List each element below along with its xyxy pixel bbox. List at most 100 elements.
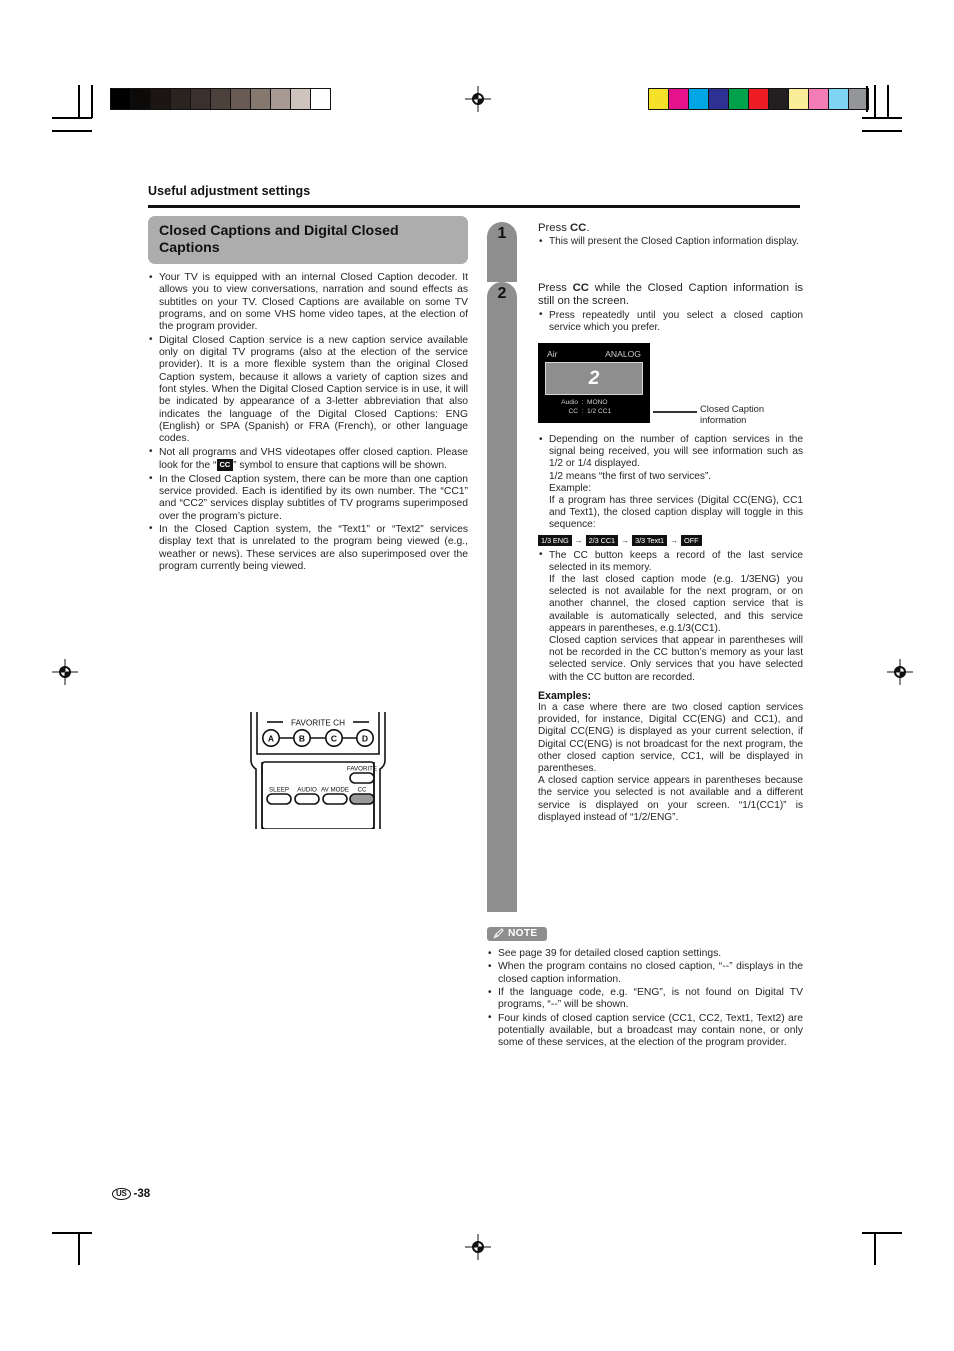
osd-figure: Air ANALOG 2 Audio : MONO CC: 1/2 CC1 C… xyxy=(538,343,806,425)
region-badge: US xyxy=(112,1188,131,1200)
favorite-ch-label: FAVORITE CH xyxy=(291,719,345,728)
list-item: In the Closed Caption system, there can … xyxy=(148,473,468,523)
left-bullet-list: Your TV is equipped with an internal Clo… xyxy=(148,272,468,573)
seq-tag-1: 1/3 ENG xyxy=(538,534,572,546)
osd-audio-value: MONO xyxy=(587,399,608,407)
osd-audio-key: Audio xyxy=(561,399,578,407)
right-column: 1 Press CC. This will present the Closed… xyxy=(487,222,803,1051)
step-2-substep: Press repeatedly until you select a clos… xyxy=(538,309,803,334)
crop-mark-tl-h2 xyxy=(52,130,92,132)
swatch xyxy=(291,89,311,109)
pencil-icon xyxy=(493,928,504,939)
bullet-cc-memory: The CC button keeps a record of the last… xyxy=(538,549,803,684)
memory-para-2: Closed caption services that appear in p… xyxy=(549,635,803,683)
remote-audio-label: AUDIO xyxy=(297,787,317,794)
note-badge: NOTE xyxy=(487,926,547,941)
bullet-caption-services: Depending on the number of caption servi… xyxy=(538,434,803,532)
swatch xyxy=(689,89,709,109)
remote-button-b-label: B xyxy=(299,733,305,743)
examples-paragraph-2: A closed caption service appears in pare… xyxy=(538,775,803,823)
osd-row-cc: CC : 1/2 CC1 xyxy=(545,408,643,416)
crop-mark-tr-h2 xyxy=(862,130,902,132)
section-heading: Closed Captions and Digital Closed Capti… xyxy=(159,223,399,256)
section-heading-box: Closed Captions and Digital Closed Capti… xyxy=(148,216,468,264)
cc-bullet-suffix: ” symbol to ensure that captions will be… xyxy=(233,460,447,472)
color-swatch-bar xyxy=(648,88,869,110)
header-rule xyxy=(148,205,800,208)
toggle-sequence: 1/3 ENG → 2/3 CC1 → 3/3 Text1 → OFF xyxy=(538,534,803,546)
list-item: When the program contains no closed capt… xyxy=(487,961,803,986)
remote-button-av-mode[interactable] xyxy=(322,793,348,805)
swatch xyxy=(749,89,769,109)
step-2-pre: Press xyxy=(538,282,573,294)
swatch xyxy=(769,89,789,109)
seq-tag-2: 2/3 CC1 xyxy=(585,534,619,546)
osd-callout: Closed Caption information xyxy=(653,403,806,425)
crop-mark-tl-h xyxy=(52,117,92,119)
remote-button-c-label: C xyxy=(331,733,337,743)
examples-paragraph-1: In a case where there are two closed cap… xyxy=(538,701,803,774)
remote-button-a-label: A xyxy=(268,733,274,743)
note-list: See page 39 for detailed closed caption … xyxy=(487,947,803,1050)
remote-control-illustration: FAVORITE CH A B C D FAVORITE SLEEP AUDIO… xyxy=(243,712,393,830)
seq-arrow-2: → xyxy=(621,535,630,545)
remote-button-favorite[interactable] xyxy=(349,772,375,784)
page-number: -38 xyxy=(133,1188,151,1200)
callout-leader-line xyxy=(653,411,697,413)
remote-button-audio[interactable] xyxy=(294,793,320,805)
crop-mark-br-h xyxy=(862,1232,902,1234)
osd-audio-colon: : xyxy=(581,399,584,407)
registration-mark-top xyxy=(465,86,491,112)
step-1-instruction: Press CC. xyxy=(538,222,803,235)
crop-mark-bl-h xyxy=(52,1232,92,1234)
step-2-instruction: Press CC while the Closed Caption inform… xyxy=(538,282,803,309)
step-1-pre: Press xyxy=(538,222,571,234)
swatch xyxy=(211,89,231,109)
swatch xyxy=(809,89,829,109)
list-item: See page 39 for detailed closed caption … xyxy=(487,947,803,960)
step-1: 1 Press CC. This will present the Closed… xyxy=(487,222,803,282)
crop-mark-tl-v2 xyxy=(91,85,93,118)
osd-info-rows: Audio : MONO CC : 1/2 CC1 xyxy=(545,399,643,416)
swatch-bar-end-rule xyxy=(866,86,868,112)
cc-symbol-icon: CC xyxy=(216,459,234,471)
running-head: Useful adjustment settings xyxy=(148,184,311,198)
crop-mark-tr-h xyxy=(862,117,902,119)
swatch xyxy=(829,89,849,109)
swatch xyxy=(789,89,809,109)
remote-button-sleep[interactable] xyxy=(266,793,292,805)
remote-favorite-label: FAVORITE xyxy=(347,766,377,773)
swatch xyxy=(111,89,131,109)
swatch xyxy=(251,89,271,109)
step-1-key: CC xyxy=(570,222,587,234)
swatch xyxy=(271,89,291,109)
seq-tag-3: 3/3 Text1 xyxy=(632,534,668,546)
example-text: If a program has three services (Digital… xyxy=(549,495,803,531)
swatch xyxy=(709,89,729,109)
example-label: Example: xyxy=(549,482,592,494)
list-item: If the language code, e.g. “ENG”, is not… xyxy=(487,987,803,1012)
osd-screen: Air ANALOG 2 Audio : MONO CC: 1/2 CC1 xyxy=(538,343,650,424)
osd-row-audio: Audio : MONO xyxy=(545,399,643,407)
swatch xyxy=(131,89,151,109)
step-1-post: . xyxy=(586,222,590,234)
list-item-cc-symbol: Not all programs and VHS videotapes offe… xyxy=(148,446,468,473)
step-2-key: CC xyxy=(572,282,589,294)
swatch xyxy=(171,89,191,109)
swatch xyxy=(191,89,211,109)
means-line: 1/2 means “the first of two services”. xyxy=(549,470,712,482)
registration-mark-right xyxy=(887,659,913,685)
osd-top-row: Air ANALOG xyxy=(545,349,643,362)
crop-mark-br-v xyxy=(874,1232,876,1265)
remote-button-d-label: D xyxy=(362,733,368,743)
osd-cc-key: CC xyxy=(568,407,578,415)
grayscale-swatch-bar xyxy=(110,88,331,110)
crop-mark-tr-v2 xyxy=(887,85,889,118)
registration-mark-bottom xyxy=(465,1234,491,1260)
memory-lead: The CC button keeps a record of the last… xyxy=(549,549,803,573)
remote-button-cc[interactable] xyxy=(349,793,375,805)
step-1-substep: This will present the Closed Caption inf… xyxy=(538,236,803,248)
list-item: Digital Closed Caption service is a new … xyxy=(148,334,468,446)
osd-signal-type: ANALOG xyxy=(605,349,641,360)
swatch xyxy=(311,89,330,109)
